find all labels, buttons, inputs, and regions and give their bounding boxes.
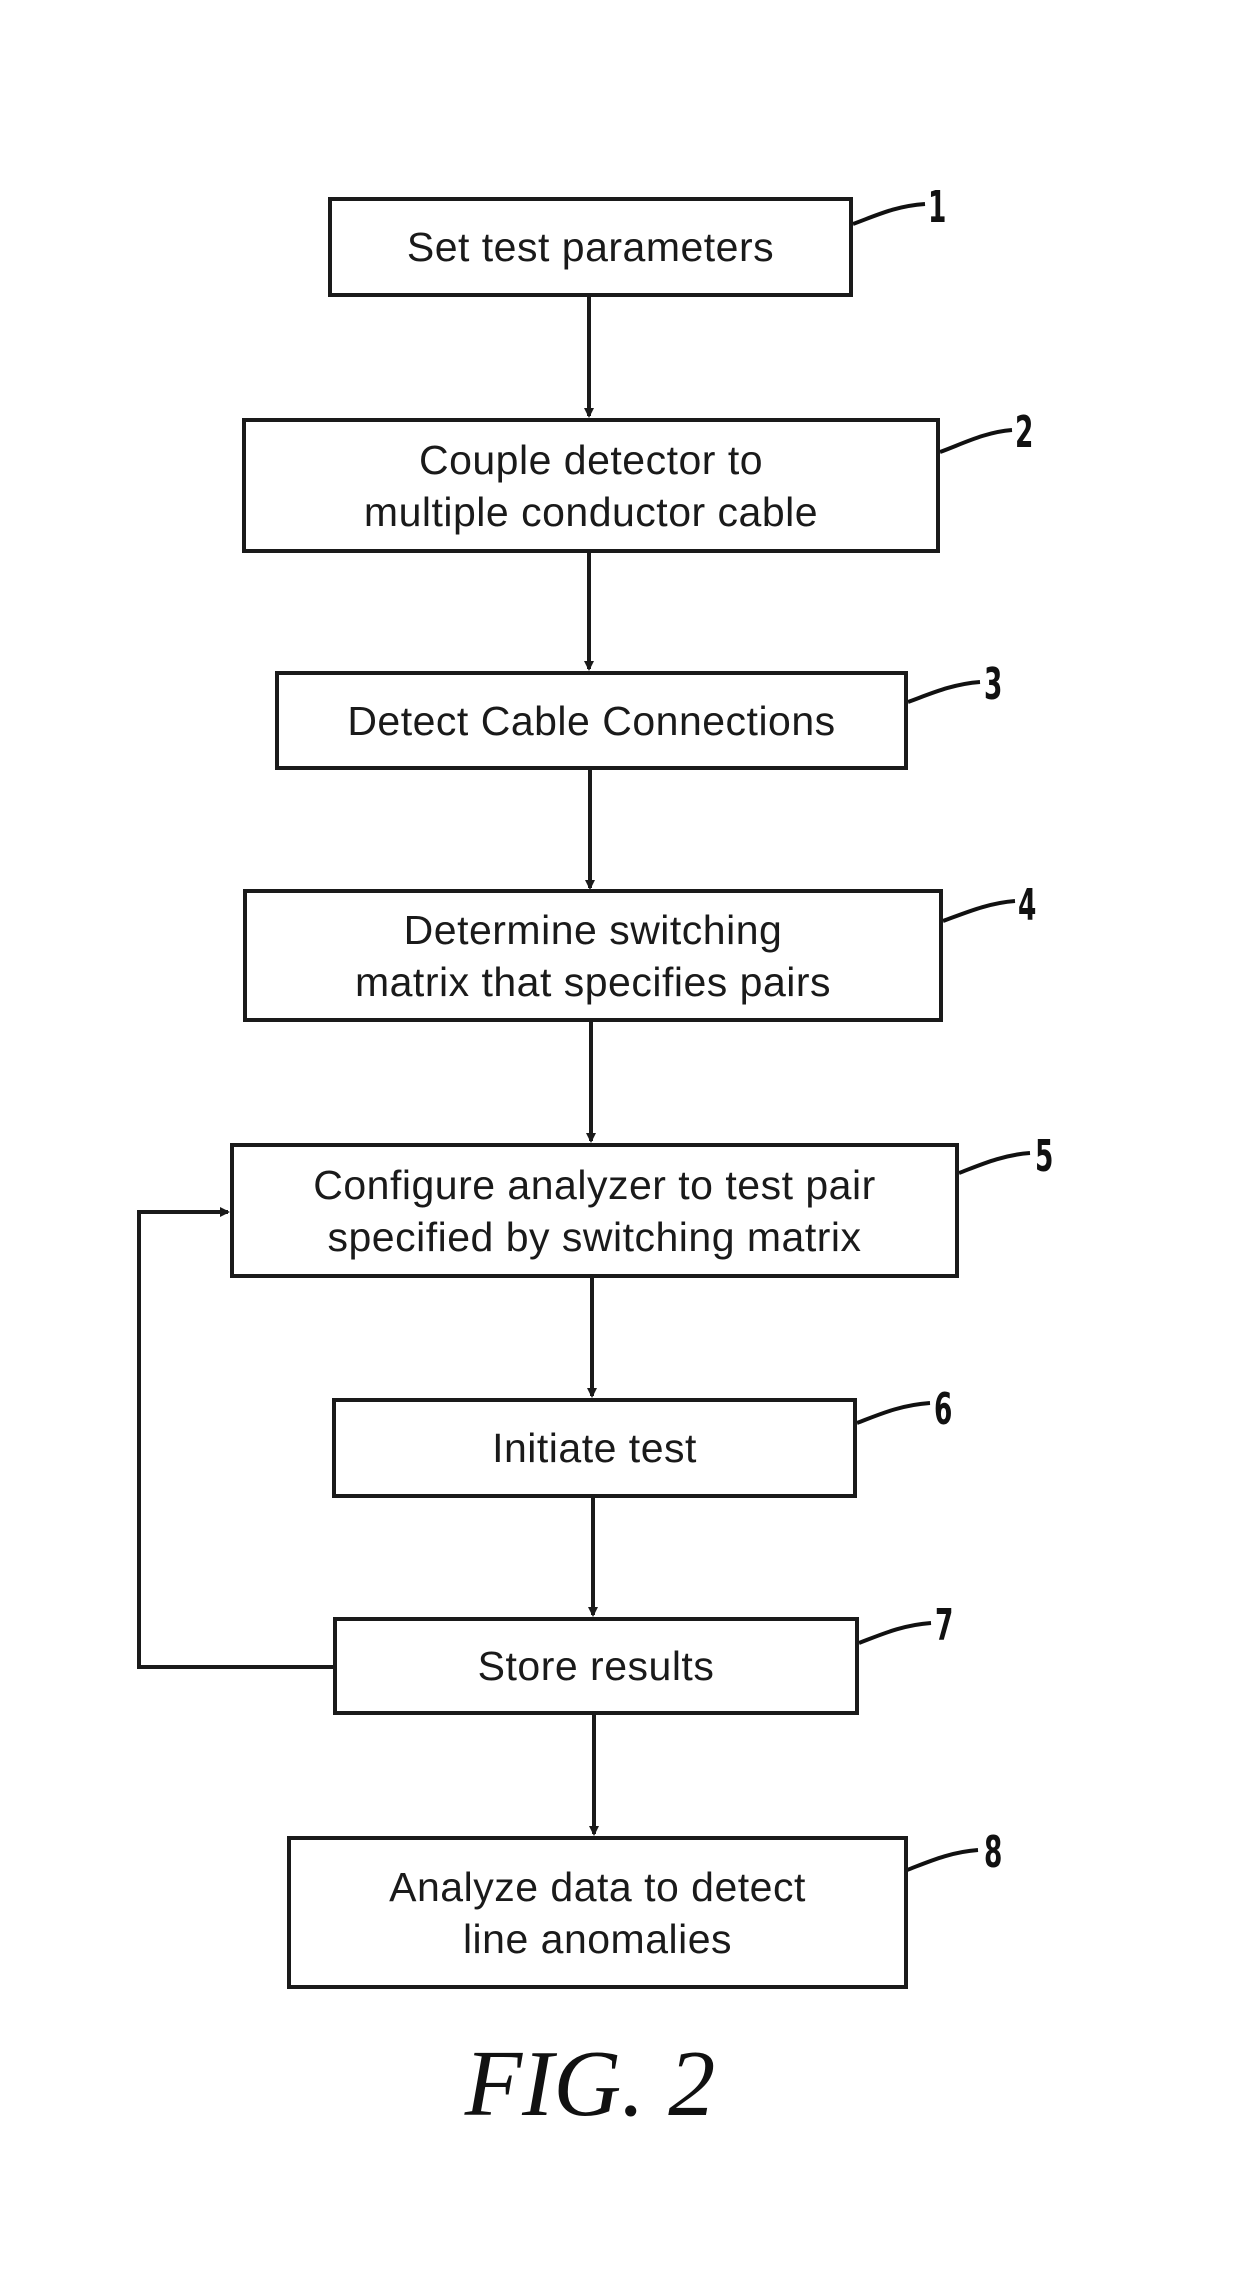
step-6-line-1: Initiate test	[492, 1425, 697, 1471]
step-4-line-1: Determine switching	[403, 906, 783, 953]
step-5-line-1: Configure analyzer to test pair	[313, 1161, 876, 1208]
step-1-line-1: Set test parameters	[406, 224, 775, 270]
leader-line-6	[856, 1401, 931, 1425]
leader-line-4	[942, 899, 1016, 923]
step-box-6: Initiate test	[332, 1398, 857, 1498]
ref-numeral-2: 2	[1015, 407, 1034, 458]
leader-line-7	[858, 1621, 932, 1645]
ref-numeral-8: 8	[984, 1827, 1003, 1878]
ref-numeral-6: 6	[934, 1384, 953, 1435]
step-box-4: Determine switching matrix that specifie…	[243, 889, 943, 1022]
step-5-line-2: specified by switching matrix	[327, 1213, 862, 1260]
leader-line-8	[906, 1848, 979, 1872]
loop-back-arrow-7-to-5	[137, 1207, 333, 1669]
ref-numeral-3: 3	[984, 659, 1003, 710]
leader-line-1	[852, 202, 926, 226]
step-4-line-2: matrix that specifies pairs	[354, 958, 832, 1005]
leader-line-2	[939, 428, 1013, 454]
step-3-line-1: Detect Cable Connections	[347, 697, 836, 744]
figure-caption: FIG. 2	[464, 2032, 716, 2136]
ref-numeral-4: 4	[1018, 880, 1037, 931]
step-box-2: Couple detector to multiple conductor ca…	[242, 418, 940, 553]
leader-line-3	[907, 680, 981, 704]
step-box-3: Detect Cable Connections	[275, 671, 908, 770]
step-2-line-1: Couple detector to	[418, 436, 764, 483]
step-box-8: Analyze data to detect line anomalies	[287, 1836, 908, 1989]
step-2-line-2: multiple conductor cable	[363, 488, 819, 535]
leader-line-5	[958, 1151, 1031, 1175]
step-box-7: Store results	[333, 1617, 859, 1715]
step-box-5: Configure analyzer to test pair specifie…	[230, 1143, 959, 1278]
ref-numeral-5: 5	[1035, 1131, 1054, 1182]
step-8-line-2: line anomalies	[462, 1915, 733, 1962]
ref-numeral-1: 1	[928, 182, 947, 233]
step-8-line-1: Analyze data to detect	[389, 1863, 806, 1910]
ref-numeral-7: 7	[935, 1600, 954, 1651]
step-box-1: Set test parameters	[328, 197, 853, 297]
step-7-line-1: Store results	[477, 1643, 715, 1689]
